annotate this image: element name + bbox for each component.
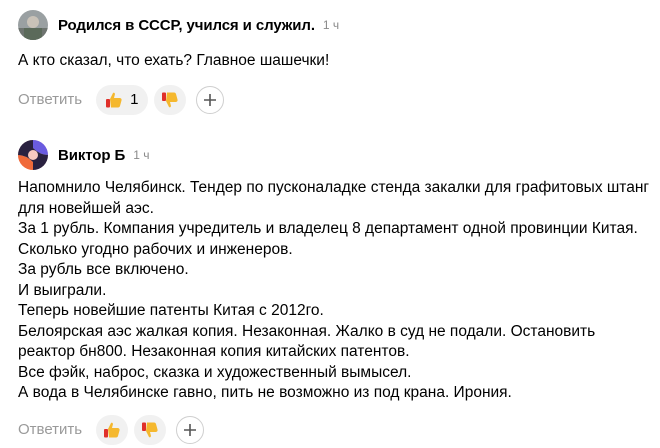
like-reaction-button[interactable] xyxy=(96,414,129,445)
comment-time: 1 ч xyxy=(133,148,150,162)
comment-header: Виктор Б 1 ч xyxy=(18,138,652,172)
comment-text: А кто сказал, что ехать? Главное шашечки… xyxy=(18,52,330,69)
plus-icon xyxy=(204,93,217,106)
comment-text: Напомнило Челябинск. Тендер по пусконала… xyxy=(18,179,650,401)
avatar[interactable] xyxy=(18,140,48,170)
dislike-reaction-button[interactable] xyxy=(134,414,167,445)
comment: Виктор Б 1 ч Напомнило Челябинск. Тендер… xyxy=(18,138,652,445)
comment-actions: Ответить 1 xyxy=(18,84,652,115)
add-reaction-button[interactable] xyxy=(196,85,225,114)
thumbs-down-icon xyxy=(140,420,160,440)
reply-button[interactable]: Ответить xyxy=(18,421,82,438)
avatar[interactable] xyxy=(18,10,48,40)
reply-button[interactable]: Ответить xyxy=(18,91,82,108)
author-name[interactable]: Виктор Б xyxy=(58,147,125,164)
comment: Родился в СССР, учился и служил. 1 ч А к… xyxy=(18,8,652,115)
author-name[interactable]: Родился в СССР, учился и служил. xyxy=(58,17,315,34)
like-reaction-button[interactable]: 1 xyxy=(96,84,149,115)
comment-time: 1 ч xyxy=(322,18,340,32)
thumbs-down-icon xyxy=(160,90,180,110)
add-reaction-button[interactable] xyxy=(176,415,205,444)
plus-icon xyxy=(184,423,197,436)
like-count: 1 xyxy=(130,91,139,108)
thumbs-up-icon xyxy=(104,90,124,110)
dislike-reaction-button[interactable] xyxy=(154,84,187,115)
comment-header: Родился в СССР, учился и служил. 1 ч xyxy=(18,8,652,42)
thumbs-up-icon xyxy=(102,420,122,440)
comment-actions: Ответить xyxy=(18,414,652,445)
